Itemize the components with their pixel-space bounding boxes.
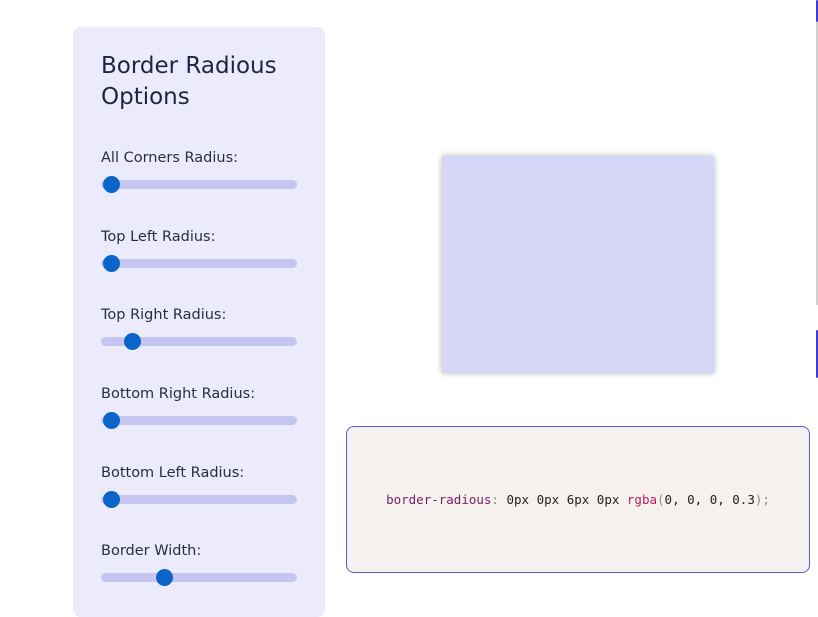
css-output-box[interactable]: border-radious: 0px 0px 6px 0px rgba(0, … (346, 426, 810, 573)
border-width-label: Border Width: (101, 543, 202, 559)
border-width-slider[interactable] (101, 569, 297, 586)
all-corners-label: All Corners Radius: (101, 150, 239, 166)
panel-title: Border Radious Options (101, 53, 277, 110)
bottom-left-slider[interactable] (101, 491, 297, 508)
top-left-slider-thumb[interactable] (102, 255, 120, 272)
options-panel: Border Radious Options All Corners Radiu… (73, 27, 325, 617)
bottom-right-slider-thumb[interactable] (102, 412, 120, 429)
preview-box (442, 156, 714, 373)
code-args: 0, 0, 0, 0.3 (664, 492, 755, 507)
top-right-label: Top Right Radius: (101, 307, 227, 323)
all-corners-slider-thumb[interactable] (102, 176, 120, 193)
bottom-right-label: Bottom Right Radius: (101, 386, 256, 402)
bottom-left-slider-thumb[interactable] (102, 491, 120, 508)
top-left-label: Top Left Radius: (101, 229, 216, 245)
top-right-slider-thumb[interactable] (124, 333, 142, 350)
code-close: ); (754, 492, 770, 507)
top-right-slider[interactable] (101, 333, 297, 350)
css-output-code: border-radious: 0px 0px 6px 0px rgba(0, … (386, 492, 770, 507)
bottom-right-slider[interactable] (101, 412, 297, 429)
code-function: rgba (626, 492, 658, 507)
border-width-slider-thumb[interactable] (155, 569, 173, 586)
code-values: 0px 0px 6px 0px (506, 492, 620, 507)
code-colon: : (491, 492, 499, 507)
top-left-slider[interactable] (101, 255, 297, 272)
code-property: border-radious (386, 492, 492, 507)
bottom-left-label: Bottom Left Radius: (101, 465, 245, 481)
all-corners-slider[interactable] (101, 176, 297, 193)
code-open-paren: ( (657, 492, 665, 507)
